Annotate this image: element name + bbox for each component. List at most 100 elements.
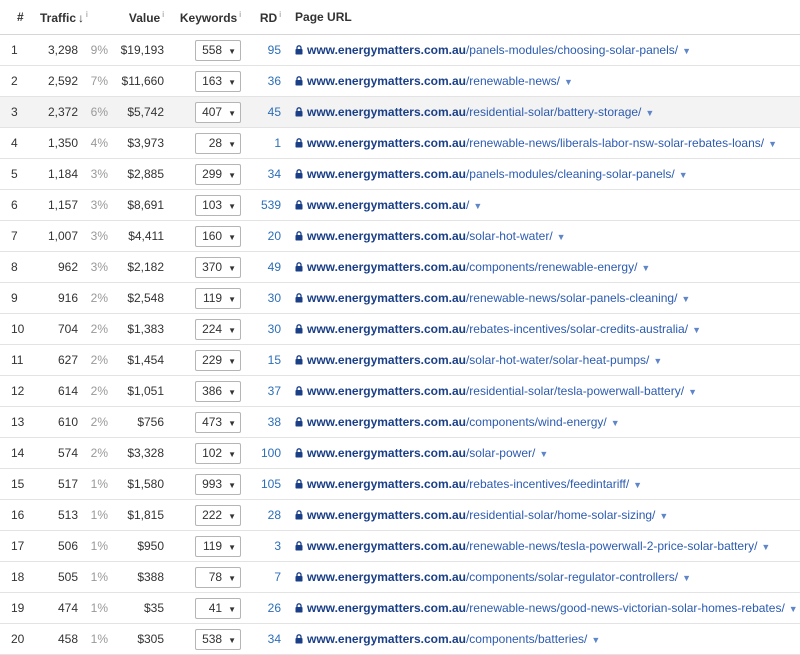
url-path-link[interactable]: /rebates-incentives/feedintariff/ bbox=[466, 477, 629, 491]
referring-domains-link[interactable]: 7 bbox=[274, 570, 281, 584]
keywords-dropdown[interactable]: 473 ▼ bbox=[195, 411, 242, 433]
header-rd-label[interactable]: RD bbox=[260, 11, 277, 25]
caret-down-icon[interactable]: ▼ bbox=[228, 481, 236, 490]
referring-domains-link[interactable]: 36 bbox=[268, 74, 281, 88]
keywords-count[interactable]: 558 bbox=[202, 41, 222, 60]
keywords-count[interactable]: 222 bbox=[202, 506, 222, 525]
caret-down-icon[interactable]: ▼ bbox=[645, 108, 654, 118]
url-domain-link[interactable]: www.energymatters.com.au bbox=[307, 477, 466, 491]
caret-down-icon[interactable]: ▼ bbox=[679, 170, 688, 180]
keywords-dropdown[interactable]: 119 ▼ bbox=[195, 287, 242, 309]
caret-down-icon[interactable]: ▼ bbox=[228, 264, 236, 273]
referring-domains-link[interactable]: 3 bbox=[274, 539, 281, 553]
caret-down-icon[interactable]: ▼ bbox=[228, 171, 236, 180]
caret-down-icon[interactable]: ▼ bbox=[228, 605, 236, 614]
url-domain-link[interactable]: www.energymatters.com.au bbox=[307, 508, 466, 522]
caret-down-icon[interactable]: ▼ bbox=[633, 480, 642, 490]
caret-down-icon[interactable]: ▼ bbox=[682, 573, 691, 583]
referring-domains-link[interactable]: 34 bbox=[268, 167, 281, 181]
caret-down-icon[interactable]: ▼ bbox=[228, 233, 236, 242]
url-path-link[interactable]: /rebates-incentives/solar-credits-austra… bbox=[466, 322, 688, 336]
caret-down-icon[interactable]: ▼ bbox=[564, 77, 573, 87]
keywords-count[interactable]: 119 bbox=[202, 289, 222, 308]
url-domain-link[interactable]: www.energymatters.com.au bbox=[307, 43, 466, 57]
caret-down-icon[interactable]: ▼ bbox=[611, 418, 620, 428]
url-path-link[interactable]: /residential-solar/tesla-powerwall-batte… bbox=[466, 384, 684, 398]
referring-domains-link[interactable]: 49 bbox=[268, 260, 281, 274]
referring-domains-link[interactable]: 100 bbox=[261, 446, 281, 460]
header-value-label[interactable]: Value bbox=[129, 11, 160, 25]
keywords-count[interactable]: 224 bbox=[202, 320, 222, 339]
info-icon[interactable]: i bbox=[279, 10, 281, 19]
url-domain-link[interactable]: www.energymatters.com.au bbox=[307, 415, 466, 429]
keywords-dropdown[interactable]: 102 ▼ bbox=[195, 442, 242, 464]
referring-domains-link[interactable]: 26 bbox=[268, 601, 281, 615]
keywords-count[interactable]: 41 bbox=[202, 599, 222, 618]
caret-down-icon[interactable]: ▼ bbox=[228, 109, 236, 118]
header-rd[interactable]: RD i bbox=[241, 0, 282, 35]
header-value[interactable]: Value i bbox=[108, 0, 165, 35]
caret-down-icon[interactable]: ▼ bbox=[228, 574, 236, 583]
keywords-count[interactable]: 370 bbox=[202, 258, 222, 277]
url-path-link[interactable]: /components/solar-regulator-controllers/ bbox=[466, 570, 678, 584]
caret-down-icon[interactable]: ▼ bbox=[228, 326, 236, 335]
caret-down-icon[interactable]: ▼ bbox=[228, 140, 236, 149]
keywords-count[interactable]: 386 bbox=[202, 382, 222, 401]
referring-domains-link[interactable]: 30 bbox=[268, 291, 281, 305]
caret-down-icon[interactable]: ▼ bbox=[228, 636, 236, 645]
caret-down-icon[interactable]: ▼ bbox=[641, 263, 650, 273]
referring-domains-link[interactable]: 95 bbox=[268, 43, 281, 57]
caret-down-icon[interactable]: ▼ bbox=[228, 202, 236, 211]
url-domain-link[interactable]: www.energymatters.com.au bbox=[307, 291, 466, 305]
caret-down-icon[interactable]: ▼ bbox=[228, 543, 236, 552]
caret-down-icon[interactable]: ▼ bbox=[228, 388, 236, 397]
url-domain-link[interactable]: www.energymatters.com.au bbox=[307, 105, 466, 119]
header-traffic[interactable]: Traffic ↓ i bbox=[30, 0, 109, 35]
caret-down-icon[interactable]: ▼ bbox=[228, 450, 236, 459]
keywords-count[interactable]: 119 bbox=[202, 537, 222, 556]
keywords-dropdown[interactable]: 370 ▼ bbox=[195, 256, 242, 278]
caret-down-icon[interactable]: ▼ bbox=[653, 356, 662, 366]
caret-down-icon[interactable]: ▼ bbox=[789, 604, 798, 614]
info-icon[interactable]: i bbox=[162, 10, 164, 19]
caret-down-icon[interactable]: ▼ bbox=[228, 357, 236, 366]
keywords-dropdown[interactable]: 299 ▼ bbox=[195, 163, 242, 185]
caret-down-icon[interactable]: ▼ bbox=[591, 635, 600, 645]
sort-arrow-down-icon[interactable]: ↓ bbox=[78, 11, 84, 25]
keywords-count[interactable]: 103 bbox=[202, 196, 222, 215]
info-icon[interactable]: i bbox=[86, 10, 88, 19]
caret-down-icon[interactable]: ▼ bbox=[688, 387, 697, 397]
caret-down-icon[interactable]: ▼ bbox=[228, 47, 236, 56]
keywords-dropdown[interactable]: 41 ▼ bbox=[195, 597, 242, 619]
info-icon[interactable]: i bbox=[239, 10, 241, 19]
url-path-link[interactable]: /components/renewable-energy/ bbox=[466, 260, 637, 274]
url-path-link[interactable]: /panels-modules/choosing-solar-panels/ bbox=[466, 43, 678, 57]
url-domain-link[interactable]: www.energymatters.com.au bbox=[307, 384, 466, 398]
url-domain-link[interactable]: www.energymatters.com.au bbox=[307, 570, 466, 584]
header-traffic-label[interactable]: Traffic bbox=[40, 11, 76, 25]
header-keywords[interactable]: Keywords i bbox=[164, 0, 242, 35]
caret-down-icon[interactable]: ▼ bbox=[682, 46, 691, 56]
url-domain-link[interactable]: www.energymatters.com.au bbox=[307, 260, 466, 274]
caret-down-icon[interactable]: ▼ bbox=[228, 78, 236, 87]
caret-down-icon[interactable]: ▼ bbox=[681, 294, 690, 304]
keywords-dropdown[interactable]: 386 ▼ bbox=[195, 380, 242, 402]
url-path-link[interactable]: /solar-hot-water/ bbox=[466, 229, 553, 243]
url-domain-link[interactable]: www.energymatters.com.au bbox=[307, 353, 466, 367]
url-path-link[interactable]: /renewable-news/ bbox=[466, 74, 560, 88]
keywords-count[interactable]: 78 bbox=[202, 568, 222, 587]
url-domain-link[interactable]: www.energymatters.com.au bbox=[307, 74, 466, 88]
referring-domains-link[interactable]: 45 bbox=[268, 105, 281, 119]
url-domain-link[interactable]: www.energymatters.com.au bbox=[307, 632, 466, 646]
keywords-dropdown[interactable]: 78 ▼ bbox=[195, 566, 242, 588]
keywords-dropdown[interactable]: 163 ▼ bbox=[195, 70, 242, 92]
keywords-count[interactable]: 28 bbox=[202, 134, 222, 153]
url-path-link[interactable]: /renewable-news/good-news-victorian-sola… bbox=[466, 601, 785, 615]
url-path-link[interactable]: / bbox=[466, 198, 469, 212]
referring-domains-link[interactable]: 30 bbox=[268, 322, 281, 336]
keywords-count[interactable]: 993 bbox=[202, 475, 222, 494]
referring-domains-link[interactable]: 1 bbox=[274, 136, 281, 150]
keywords-count[interactable]: 299 bbox=[202, 165, 222, 184]
url-domain-link[interactable]: www.energymatters.com.au bbox=[307, 136, 466, 150]
caret-down-icon[interactable]: ▼ bbox=[557, 232, 566, 242]
